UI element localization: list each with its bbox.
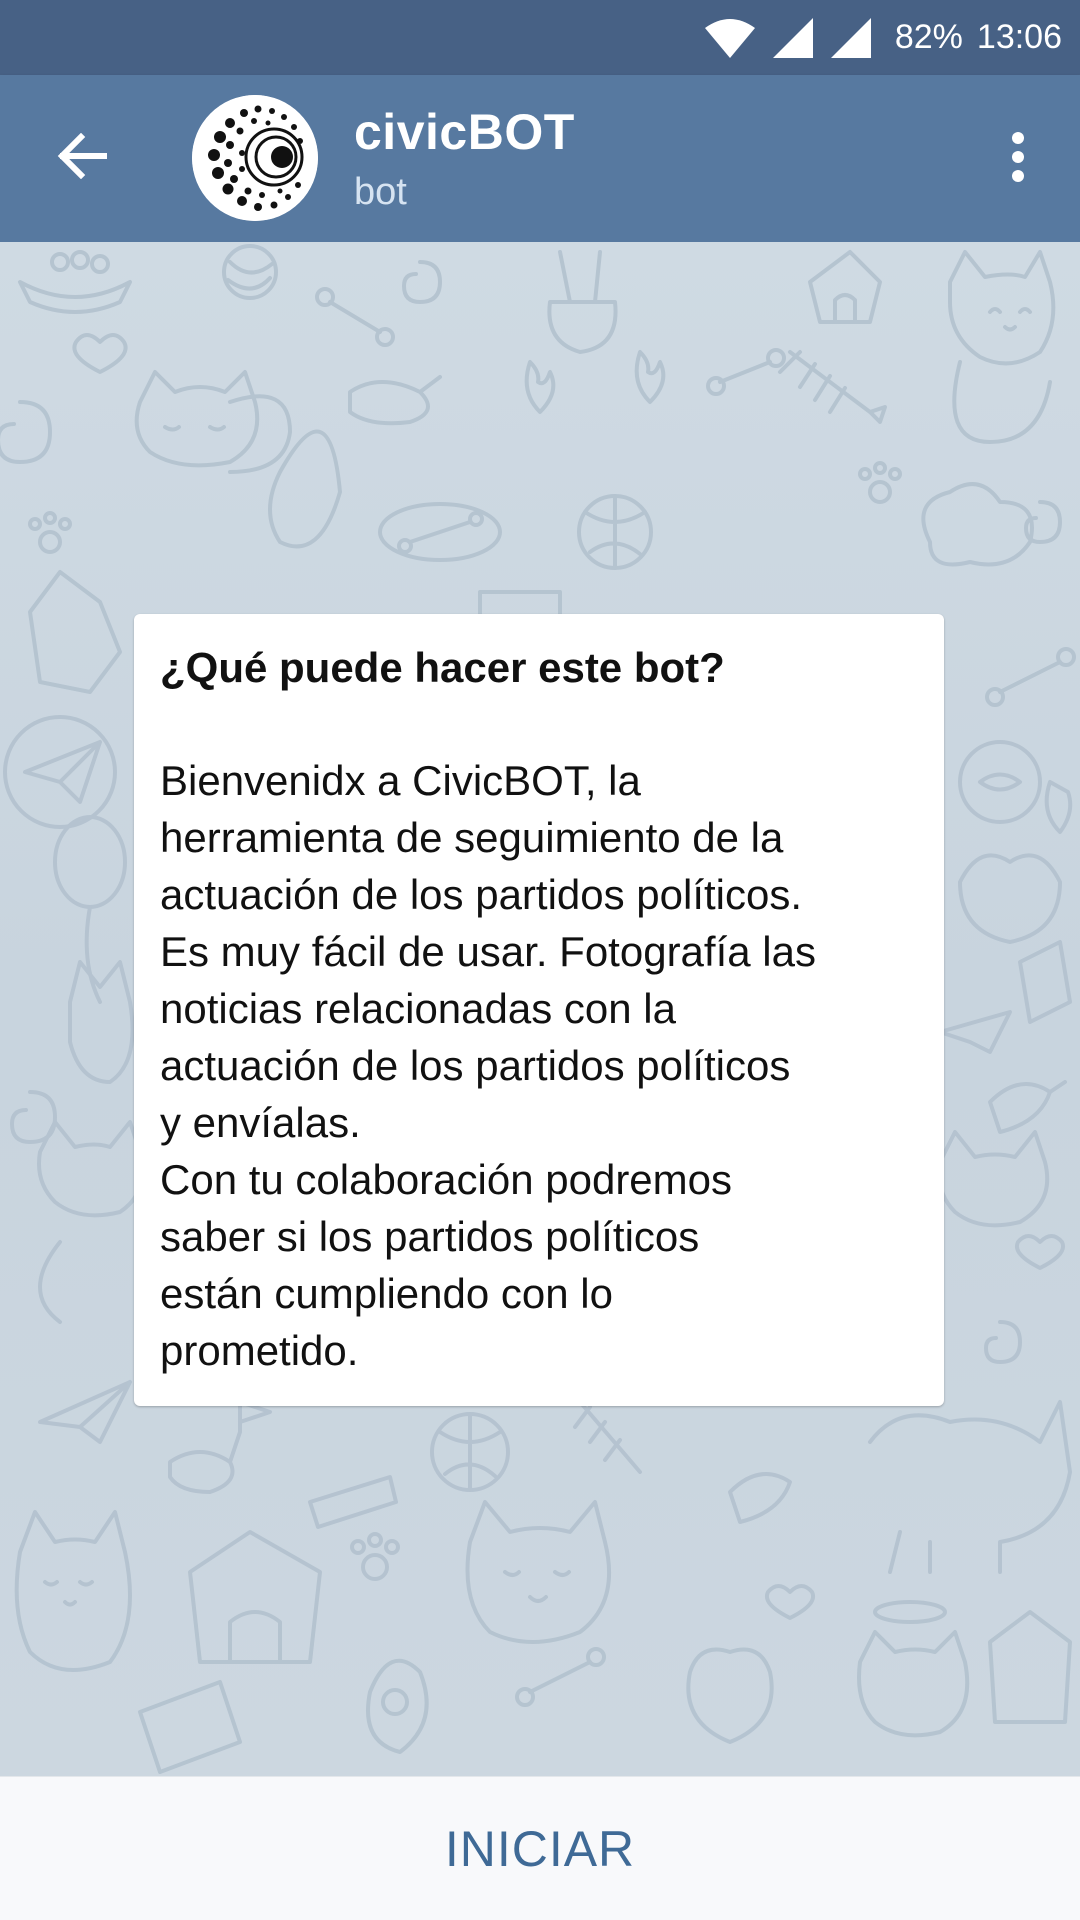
telegram-bot-screen: 82% 13:06 civicBOT bot ¿Qué puede hacer …	[0, 0, 1080, 1920]
wifi-icon	[703, 16, 757, 60]
clock: 13:06	[976, 18, 1062, 56]
bot-info-description: Bienvenidx a CivicBOT, la herramienta de…	[160, 757, 816, 1374]
bot-info-title: ¿Qué puede hacer este bot?	[160, 644, 725, 691]
status-bar: 82% 13:06	[0, 0, 1080, 75]
bot-avatar[interactable]	[192, 95, 318, 221]
back-button[interactable]	[44, 123, 120, 193]
signal-icon	[771, 16, 815, 60]
bottom-bar: INICIAR	[0, 1776, 1080, 1920]
bot-info-card: ¿Qué puede hacer este bot? Bienvenidx a …	[134, 614, 944, 1406]
more-vert-icon	[1010, 131, 1026, 188]
status-icons: 82% 13:06	[703, 0, 1062, 75]
chat-header: civicBOT bot	[0, 75, 1080, 242]
chat-area: ¿Qué puede hacer este bot? Bienvenidx a …	[0, 242, 1080, 1776]
signal-icon	[829, 16, 873, 60]
more-options-button[interactable]	[986, 123, 1050, 195]
chat-subtitle: bot	[354, 171, 407, 213]
battery-level: 82%	[894, 18, 963, 56]
start-button[interactable]: INICIAR	[385, 1800, 695, 1898]
arrow-left-icon	[57, 132, 108, 184]
chat-title[interactable]: civicBOT	[354, 103, 575, 161]
